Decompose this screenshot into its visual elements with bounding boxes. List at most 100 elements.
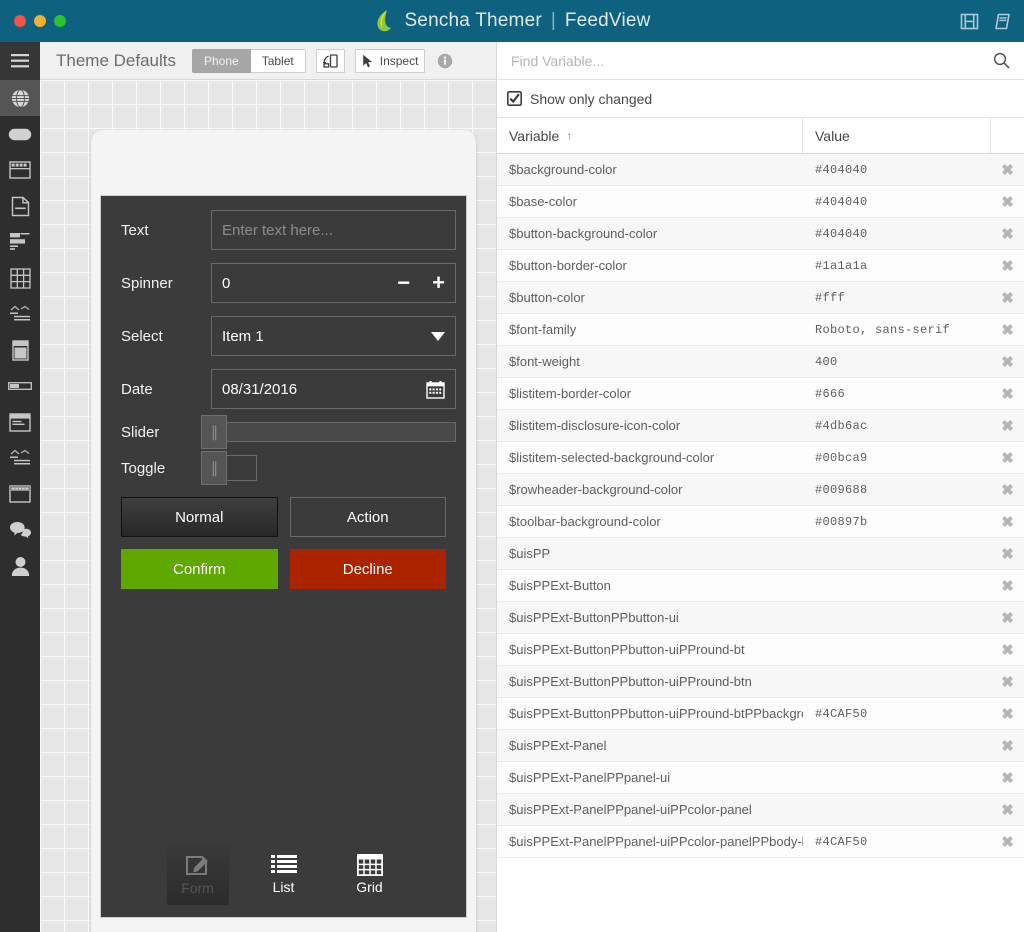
table-row[interactable]: $uisPPExt-ButtonPPbutton-uiPPround-btPPb… <box>497 698 1024 730</box>
tab-form[interactable]: Form <box>166 843 229 905</box>
toggle-thumb[interactable]: ∥ <box>201 451 227 485</box>
variable-value-cell[interactable]: #00897b <box>803 506 991 537</box>
sidebar-item-form[interactable] <box>0 224 40 260</box>
select-input[interactable]: Item 1 <box>211 316 456 356</box>
table-row[interactable]: $uisPP ✖ <box>497 538 1024 570</box>
variable-value-cell[interactable]: #009688 <box>803 474 991 505</box>
device-segment-tablet[interactable]: Tablet <box>250 48 306 73</box>
variable-value-cell[interactable]: #00bca9 <box>803 442 991 473</box>
variable-value-cell[interactable] <box>803 602 991 633</box>
calendar-icon[interactable] <box>426 380 445 399</box>
delete-variable-button[interactable]: ✖ <box>991 314 1024 345</box>
device-segment-phone[interactable]: Phone <box>192 48 251 73</box>
sidebar-item-grid[interactable] <box>0 260 40 296</box>
text-input[interactable]: Enter text here... <box>211 210 456 250</box>
sidebar-item-tree[interactable] <box>0 440 40 476</box>
delete-variable-button[interactable]: ✖ <box>991 186 1024 217</box>
delete-variable-button[interactable]: ✖ <box>991 218 1024 249</box>
sidebar-item-hamburger-menu[interactable] <box>0 42 40 80</box>
close-window-button[interactable] <box>14 15 26 27</box>
variable-grid-body[interactable]: $background-color #404040 ✖ $base-color #404… <box>497 154 1024 932</box>
variable-value-cell[interactable] <box>803 794 991 825</box>
sidebar-item-capsule[interactable] <box>0 116 40 152</box>
variable-value-cell[interactable]: #4db6ac <box>803 410 991 441</box>
variable-value-cell[interactable]: #fff <box>803 282 991 313</box>
variable-value-cell[interactable]: #1a1a1a <box>803 250 991 281</box>
delete-variable-button[interactable]: ✖ <box>991 634 1024 665</box>
table-row[interactable]: $uisPPExt-ButtonPPbutton-uiPPround-btn ✖ <box>497 666 1024 698</box>
slider-input[interactable]: ∥ <box>201 415 456 449</box>
variable-value-cell[interactable]: Roboto, sans-serif <box>803 314 991 345</box>
variable-value-cell[interactable] <box>803 730 991 761</box>
table-row[interactable]: $listitem-border-color #666 ✖ <box>497 378 1024 410</box>
toggle-input[interactable]: ∥ <box>201 451 257 485</box>
table-row[interactable]: $listitem-disclosure-icon-color #4db6ac ✖ <box>497 410 1024 442</box>
action-button[interactable]: Action <box>289 497 446 537</box>
maximize-window-button[interactable] <box>54 15 66 27</box>
sidebar-item-document[interactable] <box>0 188 40 224</box>
date-input[interactable]: 08/31/2016 <box>211 369 456 409</box>
table-row[interactable]: $button-color #fff ✖ <box>497 282 1024 314</box>
sidebar-item-window[interactable] <box>0 404 40 440</box>
variable-value-cell[interactable]: #404040 <box>803 154 991 185</box>
show-only-changed-checkbox[interactable] <box>507 91 522 106</box>
minimize-window-button[interactable] <box>34 15 46 27</box>
delete-variable-button[interactable]: ✖ <box>991 794 1024 825</box>
variable-value-cell[interactable]: #404040 <box>803 186 991 217</box>
table-row[interactable]: $listitem-selected-background-color #00bc… <box>497 442 1024 474</box>
variable-value-cell[interactable] <box>803 762 991 793</box>
delete-variable-button[interactable]: ✖ <box>991 602 1024 633</box>
column-header-variable[interactable]: Variable ↑ <box>497 118 803 153</box>
slider-thumb[interactable]: ∥ <box>201 415 227 449</box>
variable-value-cell[interactable]: #404040 <box>803 218 991 249</box>
delete-variable-button[interactable]: ✖ <box>991 762 1024 793</box>
sidebar-item-messages[interactable] <box>0 512 40 548</box>
tab-grid[interactable]: Grid <box>339 843 401 905</box>
spinner-decrement-button[interactable]: − <box>397 272 410 294</box>
table-row[interactable]: $button-background-color #404040 ✖ <box>497 218 1024 250</box>
normal-button[interactable]: Normal <box>121 497 278 537</box>
filmstrip-icon[interactable] <box>960 12 979 31</box>
spinner-increment-button[interactable]: + <box>432 272 445 294</box>
delete-variable-button[interactable]: ✖ <box>991 538 1024 569</box>
delete-variable-button[interactable]: ✖ <box>991 346 1024 377</box>
table-row[interactable]: $toolbar-background-color #00897b ✖ <box>497 506 1024 538</box>
confirm-button[interactable]: Confirm <box>121 549 278 589</box>
delete-variable-button[interactable]: ✖ <box>991 698 1024 729</box>
table-row[interactable]: $uisPPExt-ButtonPPbutton-uiPPround-bt ✖ <box>497 634 1024 666</box>
variable-value-cell[interactable] <box>803 634 991 665</box>
rotate-device-button[interactable] <box>315 48 345 73</box>
decline-button[interactable]: Decline <box>289 549 446 589</box>
table-row[interactable]: $font-family Roboto, sans-serif ✖ <box>497 314 1024 346</box>
delete-variable-button[interactable]: ✖ <box>991 570 1024 601</box>
delete-variable-button[interactable]: ✖ <box>991 250 1024 281</box>
delete-variable-button[interactable]: ✖ <box>991 730 1024 761</box>
table-row[interactable]: $background-color #404040 ✖ <box>497 154 1024 186</box>
sidebar-item-toolbar[interactable] <box>0 476 40 512</box>
inspect-button[interactable]: Inspect <box>354 48 426 73</box>
column-header-value[interactable]: Value <box>803 118 991 153</box>
table-row[interactable]: $uisPPExt-Button ✖ <box>497 570 1024 602</box>
delete-variable-button[interactable]: ✖ <box>991 378 1024 409</box>
variable-value-cell[interactable]: #666 <box>803 378 991 409</box>
variable-value-cell[interactable] <box>803 570 991 601</box>
variable-value-cell[interactable]: #4CAF50 <box>803 698 991 729</box>
table-row[interactable]: $uisPPExt-Panel ✖ <box>497 730 1024 762</box>
variable-value-cell[interactable] <box>803 666 991 697</box>
delete-variable-button[interactable]: ✖ <box>991 282 1024 313</box>
spinner-input[interactable]: 0 − + <box>211 263 456 303</box>
table-row[interactable]: $font-weight 400 ✖ <box>497 346 1024 378</box>
search-icon[interactable] <box>993 52 1010 69</box>
tab-list[interactable]: List <box>253 843 315 905</box>
info-icon[interactable] <box>437 53 453 69</box>
delete-variable-button[interactable]: ✖ <box>991 666 1024 697</box>
delete-variable-button[interactable]: ✖ <box>991 826 1024 857</box>
table-row[interactable]: $uisPPExt-PanelPPpanel-ui ✖ <box>497 762 1024 794</box>
sidebar-item-list[interactable] <box>0 296 40 332</box>
delete-variable-button[interactable]: ✖ <box>991 442 1024 473</box>
table-row[interactable]: $base-color #404040 ✖ <box>497 186 1024 218</box>
delete-variable-button[interactable]: ✖ <box>991 506 1024 537</box>
sidebar-item-window-tabs[interactable] <box>0 152 40 188</box>
delete-variable-button[interactable]: ✖ <box>991 410 1024 441</box>
table-row[interactable]: $rowheader-background-color #009688 ✖ <box>497 474 1024 506</box>
